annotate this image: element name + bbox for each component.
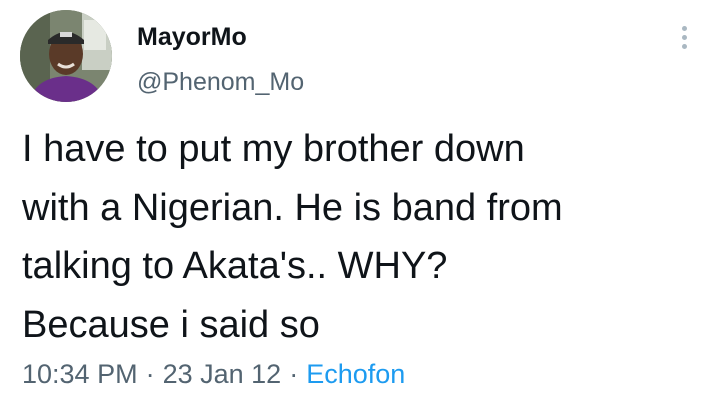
more-dot bbox=[681, 44, 687, 49]
author-handle[interactable]: @Phenom_Mo bbox=[137, 67, 304, 97]
more-dot bbox=[681, 35, 687, 40]
meta-separator: · bbox=[145, 359, 155, 389]
tweet-text: I have to put my brother down with a Nig… bbox=[22, 128, 563, 346]
tweet-time[interactable]: 10:34 PM bbox=[22, 359, 138, 389]
tweet-date[interactable]: 23 Jan 12 bbox=[163, 359, 282, 389]
more-dot bbox=[681, 26, 687, 31]
meta-separator: · bbox=[289, 359, 299, 389]
tweet-meta: 10:34 PM · 23 Jan 12 · Echofon bbox=[22, 358, 405, 390]
avatar-photo bbox=[20, 10, 112, 102]
tweet-source-link[interactable]: Echofon bbox=[306, 359, 405, 389]
avatar[interactable] bbox=[20, 10, 112, 102]
more-vertical-icon[interactable] bbox=[672, 22, 696, 58]
tweet-card: MayorMo @Phenom_Mo I have to put my brot… bbox=[0, 0, 713, 408]
author-display-name[interactable]: MayorMo bbox=[137, 22, 247, 52]
